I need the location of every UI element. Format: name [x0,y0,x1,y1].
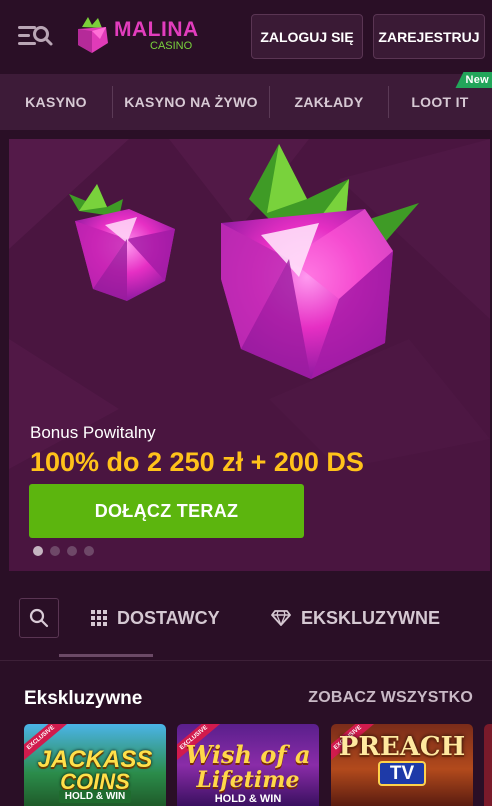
banner-title: 100% do 2 250 zł + 200 DS [30,447,364,477]
game-tagline: HOLD & WIN [58,790,132,803]
tab-providers[interactable]: DOSTAWCY [91,598,220,638]
nav-item-label: KASYNO NA ŻYWO [124,94,258,110]
game-card[interactable]: EXCLUSIVE Wish of a Lifetime HOLD & WIN [177,724,319,806]
logo-subtext: CASINO [150,39,193,52]
game-card[interactable]: EXCLUSIVE PREACH TV [331,724,473,806]
banner-subtitle: Bonus Powitalny [30,423,156,442]
game-card[interactable]: EXCLUSIVE JACKASS COINS HOLD & WIN [24,724,166,806]
tab-label: DOSTAWCY [117,607,220,628]
search-button[interactable] [19,598,59,638]
join-now-button[interactable]: DOŁĄCZ TERAZ [29,484,304,538]
login-button[interactable]: ZALOGUJ SIĘ [251,14,363,59]
new-badge: New [455,72,492,88]
see-all-link[interactable]: ZOBACZ WSZYSTKO [308,689,473,707]
search-icon [29,608,49,628]
nav-item-label: ZAKŁADY [294,94,364,110]
logo-text: MALINA [114,17,199,41]
game-title-line: Lifetime [196,767,300,793]
nav-item-label: LOOT IT [411,94,469,110]
carousel-dot[interactable] [50,546,60,556]
tab-label: EKSKLUZYWNE [301,607,440,628]
grid-icon [91,610,107,626]
carousel-dots [33,546,94,556]
register-button[interactable]: ZAREJESTRUJ [373,14,485,59]
header: MALINA CASINO ZALOGUJ SIĘ ZAREJESTRUJ [0,0,492,74]
game-title-line: Wish of a [185,740,311,769]
nav-item-live-casino[interactable]: KASYNO NA ŻYWO [113,74,269,130]
game-title-line: TV [377,761,427,786]
menu-search-icon[interactable] [16,19,56,53]
logo[interactable]: MALINA CASINO [74,12,214,58]
raspberry-logo-icon [78,17,108,53]
nav-item-casino[interactable]: KASYNO [0,74,112,130]
carousel-dot[interactable] [84,546,94,556]
main-nav: KASYNO KASYNO NA ŻYWO ZAKŁADY LOOT IT Ne… [0,72,492,130]
section-title: Ekskluzywne [24,688,143,709]
nav-item-loot-it[interactable]: LOOT IT New [389,72,492,130]
section-divider [0,660,492,661]
game-carousel: EXCLUSIVE JACKASS COINS HOLD & WIN EXCLU… [24,724,492,806]
diamond-icon [271,610,291,626]
game-card-partial[interactable] [484,724,492,806]
game-tagline: HOLD & WIN [214,793,282,805]
carousel-dot[interactable] [33,546,43,556]
promo-banner[interactable]: Bonus Powitalny 100% do 2 250 zł + 200 D… [9,139,490,571]
carousel-dot[interactable] [67,546,77,556]
active-tab-indicator [59,654,153,657]
game-filter-bar: DOSTAWCY EKSKLUZYWNE [0,590,492,660]
tab-exclusive[interactable]: EKSKLUZYWNE [271,598,440,638]
nav-item-label: KASYNO [25,94,87,110]
nav-item-betting[interactable]: ZAKŁADY [270,74,388,130]
game-title-line: PREACH [338,732,466,762]
